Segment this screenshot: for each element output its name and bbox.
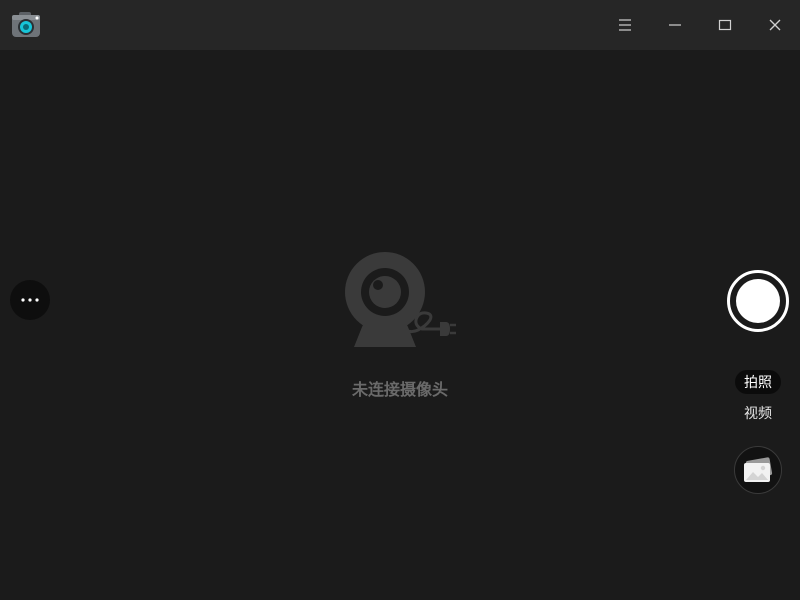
more-options-button[interactable] bbox=[10, 280, 50, 320]
mode-video-button[interactable]: 视频 bbox=[735, 401, 781, 425]
viewfinder-area: 未连接摄像头 拍照 视频 bbox=[0, 50, 800, 600]
minimize-icon bbox=[669, 24, 681, 26]
close-button[interactable] bbox=[750, 0, 800, 50]
gallery-button[interactable] bbox=[734, 446, 782, 494]
menu-icon bbox=[619, 19, 631, 31]
shutter-button[interactable] bbox=[727, 270, 789, 332]
maximize-icon bbox=[718, 19, 732, 31]
webcam-disconnected-icon bbox=[340, 250, 460, 350]
no-camera-message: 未连接摄像头 bbox=[351, 380, 448, 399]
shutter-icon bbox=[736, 279, 780, 323]
more-dots-icon bbox=[21, 298, 39, 302]
gallery-icon bbox=[744, 457, 773, 482]
menu-button[interactable] bbox=[600, 0, 650, 50]
minimize-button[interactable] bbox=[650, 0, 700, 50]
titlebar bbox=[0, 0, 800, 50]
camera-app-icon bbox=[10, 10, 42, 40]
maximize-button[interactable] bbox=[700, 0, 750, 50]
camera-window: 未连接摄像头 拍照 视频 bbox=[0, 0, 800, 600]
mode-photo-button[interactable]: 拍照 bbox=[735, 370, 781, 394]
close-icon bbox=[769, 19, 781, 31]
